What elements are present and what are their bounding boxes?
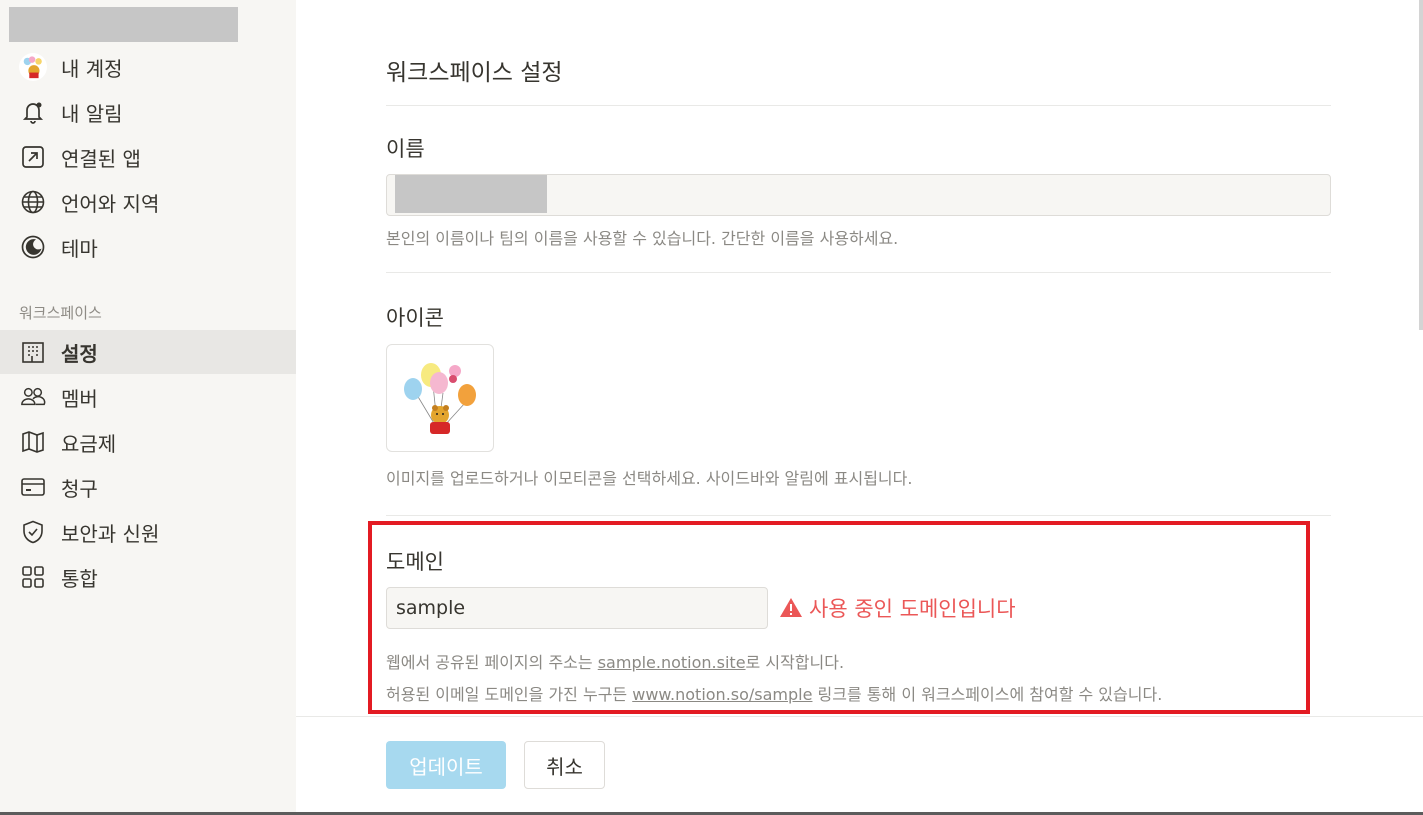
warning-icon [780, 598, 802, 617]
domain-help-prefix: 웹에서 공유된 페이지의 주소는 [386, 653, 598, 672]
cancel-button[interactable]: 취소 [524, 741, 605, 789]
domain-error-text: 사용 중인 도메인입니다 [809, 597, 1016, 621]
workspace-icon-picker[interactable] [386, 344, 494, 452]
sidebar-item-label: 보안과 신원 [61, 521, 160, 546]
sidebar-item-label: 언어와 지역 [61, 191, 160, 216]
divider [386, 105, 1331, 106]
redacted-workspace-name [395, 175, 547, 213]
sidebar-item-security-identity[interactable]: 보안과 신원 [0, 512, 296, 552]
icon-label: 아이콘 [386, 306, 444, 330]
workspace-icon-image [404, 363, 476, 434]
sidebar-item-settings[interactable]: 설정 [0, 330, 296, 374]
name-help-text: 본인의 이름이나 팀의 이름을 사용할 수 있습니다. 간단한 이름을 사용하세… [386, 229, 899, 248]
credit-card-icon [19, 473, 47, 501]
avatar-icon [19, 53, 47, 81]
sidebar-item-label: 청구 [61, 476, 98, 501]
sidebar-item-label: 통합 [61, 566, 98, 591]
sidebar-item-label: 요금제 [61, 431, 117, 456]
map-icon [19, 428, 47, 456]
building-icon [19, 338, 47, 366]
workspace-name-input[interactable] [386, 174, 1331, 216]
sidebar-item-theme[interactable]: 테마 [0, 227, 296, 267]
domain-help-prefix: 허용된 이메일 도메인을 가진 누구든 [386, 685, 633, 704]
settings-content: 워크스페이스 설정 이름 본인의 이름이나 팀의 이름을 사용할 수 있습니다.… [296, 0, 1423, 716]
divider [386, 515, 1331, 516]
sidebar-item-my-account[interactable]: 내 계정 [0, 47, 296, 87]
name-label: 이름 [386, 137, 425, 161]
settings-window: 내 계정 내 알림 연결된 앱 언어와 지역 테마 워크스페이스 설정 멤버 요… [0, 0, 1423, 815]
workspace-section-label: 워크스페이스 [19, 304, 102, 322]
update-button[interactable]: 업데이트 [386, 741, 506, 789]
sidebar-item-billing[interactable]: 청구 [0, 467, 296, 507]
sidebar: 내 계정 내 알림 연결된 앱 언어와 지역 테마 워크스페이스 설정 멤버 요… [0, 0, 296, 812]
domain-label: 도메인 [386, 550, 444, 574]
globe-icon [19, 188, 47, 216]
domain-help-suffix: 로 시작합니다. [745, 653, 845, 672]
domain-help-suffix: 링크를 통해 이 워크스페이스에 참여할 수 있습니다. [812, 685, 1163, 704]
bell-icon [19, 98, 47, 126]
sidebar-item-plans[interactable]: 요금제 [0, 422, 296, 462]
grid-icon [19, 563, 47, 591]
sidebar-item-label: 테마 [61, 236, 98, 261]
sidebar-item-connected-apps[interactable]: 연결된 앱 [0, 137, 296, 177]
domain-help-text-2: 허용된 이메일 도메인을 가진 누구든 www.notion.so/sample… [386, 681, 1162, 705]
sidebar-item-members[interactable]: 멤버 [0, 377, 296, 417]
page-title: 워크스페이스 설정 [386, 60, 563, 86]
site-domain-link[interactable]: sample.notion.site [598, 653, 746, 672]
icon-help-text: 이미지를 업로드하거나 이모티콘을 선택하세요. 사이드바와 알림에 표시됩니다… [386, 469, 913, 488]
workspace-join-link[interactable]: www.notion.so/sample [632, 685, 812, 704]
shield-check-icon [19, 518, 47, 546]
arrow-up-right-square-icon [19, 143, 47, 171]
sidebar-item-label: 설정 [61, 341, 98, 366]
redacted-user-name [9, 7, 238, 42]
domain-help-text-1: 웹에서 공유된 페이지의 주소는 sample.notion.site로 시작합… [386, 649, 844, 673]
divider [386, 272, 1331, 273]
sidebar-item-integrations[interactable]: 통합 [0, 557, 296, 597]
scrollbar[interactable] [1419, 0, 1423, 330]
sidebar-item-language-region[interactable]: 언어와 지역 [0, 182, 296, 222]
moon-icon [19, 233, 47, 261]
sidebar-item-label: 내 알림 [61, 101, 123, 126]
sidebar-item-notifications[interactable]: 내 알림 [0, 92, 296, 132]
footer-actions: 업데이트 취소 [296, 716, 1423, 812]
sidebar-item-label: 연결된 앱 [61, 146, 141, 171]
sidebar-item-label: 내 계정 [61, 56, 123, 81]
domain-input[interactable] [386, 587, 768, 629]
domain-error-message: 사용 중인 도메인입니다 [779, 593, 1016, 623]
main-panel: 워크스페이스 설정 이름 본인의 이름이나 팀의 이름을 사용할 수 있습니다.… [296, 0, 1423, 812]
sidebar-item-label: 멤버 [61, 386, 98, 411]
people-icon [19, 383, 47, 411]
